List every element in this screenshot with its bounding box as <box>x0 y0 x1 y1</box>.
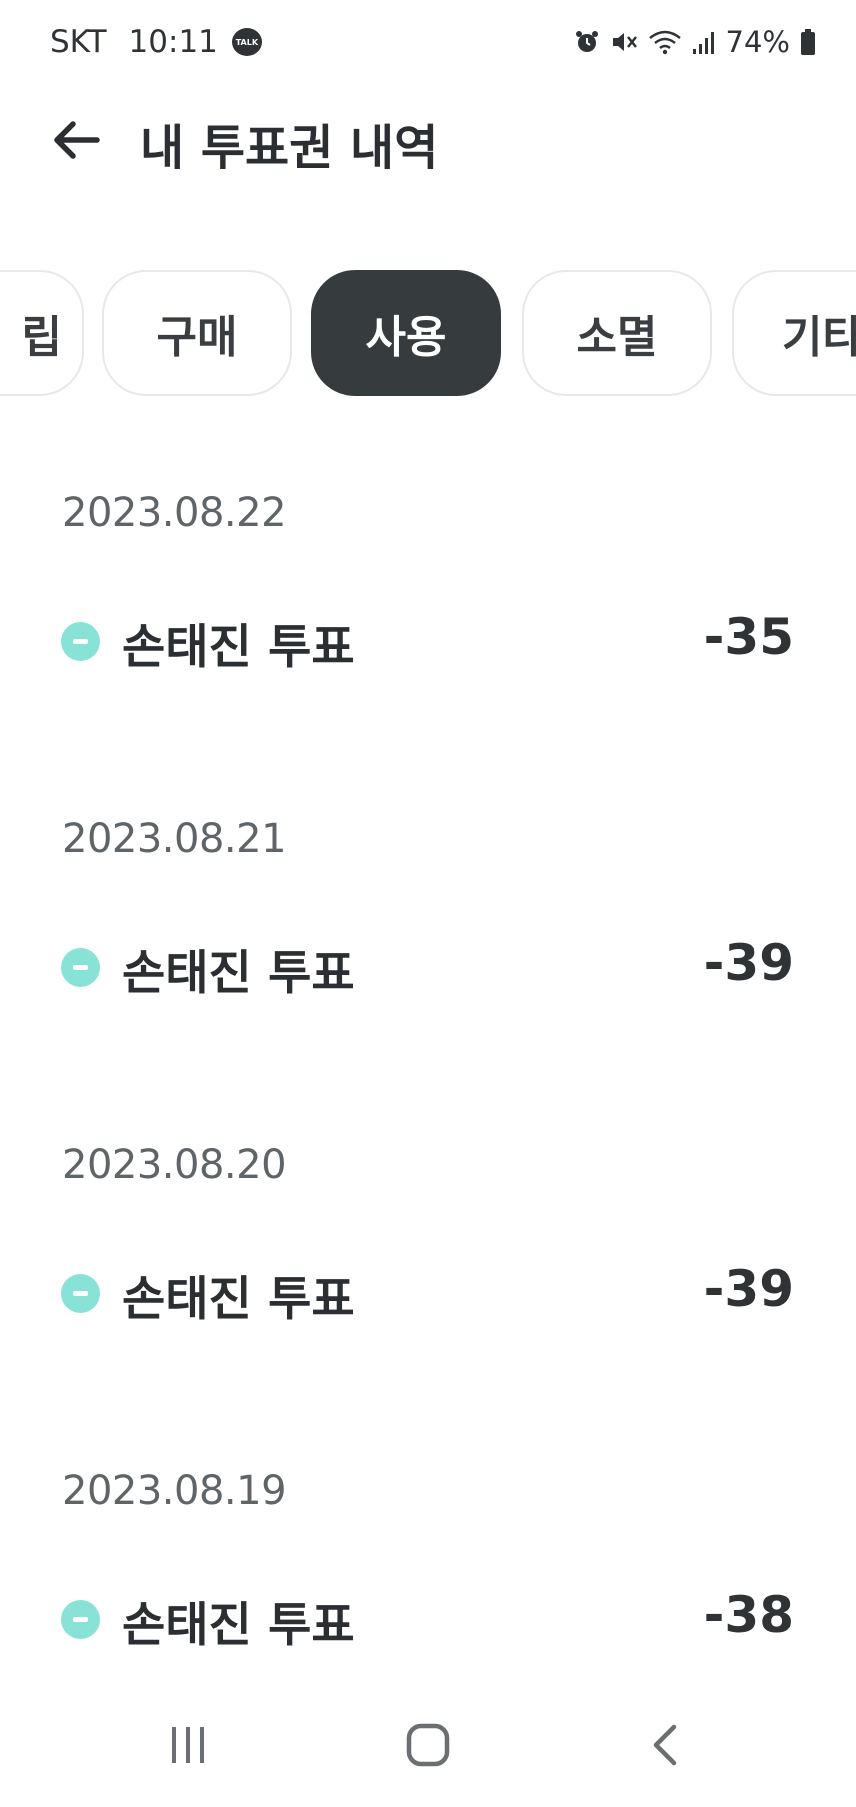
battery-icon <box>801 29 815 55</box>
system-back-button[interactable] <box>616 1700 716 1790</box>
list-item[interactable]: 손태진 투표 -39 <box>0 1232 856 1352</box>
arrow-left-icon <box>54 121 100 159</box>
list-item[interactable]: 손태진 투표 -38 <box>0 1558 856 1678</box>
history-date: 2023.08.22 <box>62 490 287 536</box>
home-icon <box>406 1723 450 1767</box>
minus-circle-icon <box>61 622 100 661</box>
history-label: 손태진 투표 <box>122 946 355 1001</box>
list-item[interactable]: 손태진 투표 -39 <box>0 906 856 1026</box>
signal-icon <box>692 32 714 54</box>
status-time: 10:11 <box>128 24 218 60</box>
history-date: 2023.08.19 <box>62 1468 287 1514</box>
kakao-talk-icon: TALK <box>231 28 262 56</box>
alarm-icon <box>575 31 598 52</box>
tab-use[interactable]: 사용 <box>311 270 501 396</box>
list-item[interactable]: 손태진 투표 -35 <box>0 580 856 700</box>
back-icon <box>653 1724 677 1766</box>
status-left: SKT 10:11 TALK <box>50 20 262 64</box>
minus-circle-icon <box>61 1274 100 1313</box>
minus-circle-icon <box>61 1600 100 1639</box>
header: 내 투표권 내역 <box>0 90 856 190</box>
history-amount: -35 <box>703 608 794 666</box>
wifi-icon <box>648 30 681 55</box>
tab-expired[interactable]: 소멸 <box>522 270 712 396</box>
history-date: 2023.08.20 <box>62 1142 287 1188</box>
history-group: 2023.08.22 손태진 투표 -35 <box>0 470 856 796</box>
recent-apps-icon <box>172 1727 204 1763</box>
history-group: 2023.08.21 손태진 투표 -39 <box>0 796 856 1122</box>
history-group: 2023.08.20 손태진 투표 -39 <box>0 1122 856 1448</box>
back-button[interactable] <box>44 112 108 168</box>
history-amount: -38 <box>703 1586 794 1644</box>
tab-purchase[interactable]: 구매 <box>102 270 292 396</box>
history-amount: -39 <box>703 1260 794 1318</box>
recent-apps-button[interactable] <box>138 1700 238 1790</box>
status-right: 74% <box>574 20 816 64</box>
tab-other[interactable]: 기타 <box>732 270 856 396</box>
filter-tabs: 립 구매 사용 소멸 기타 <box>0 270 856 398</box>
carrier-label: SKT <box>50 24 107 60</box>
status-bar: SKT 10:11 TALK 74% <box>0 0 856 84</box>
minus-circle-icon <box>61 948 100 987</box>
tab-accumulate[interactable]: 립 <box>0 270 84 396</box>
history-list: 2023.08.22 손태진 투표 -35 2023.08.21 손태진 투표 … <box>0 470 856 1774</box>
history-date: 2023.08.21 <box>62 816 287 862</box>
home-button[interactable] <box>378 1700 478 1790</box>
battery-percent: 74% <box>725 25 790 59</box>
history-amount: -39 <box>703 934 794 992</box>
history-label: 손태진 투표 <box>122 1272 355 1327</box>
history-label: 손태진 투표 <box>122 1598 355 1653</box>
page-title: 내 투표권 내역 <box>140 120 439 176</box>
navigation-bar <box>0 1680 856 1807</box>
mute-icon <box>612 33 637 51</box>
history-label: 손태진 투표 <box>122 620 355 675</box>
